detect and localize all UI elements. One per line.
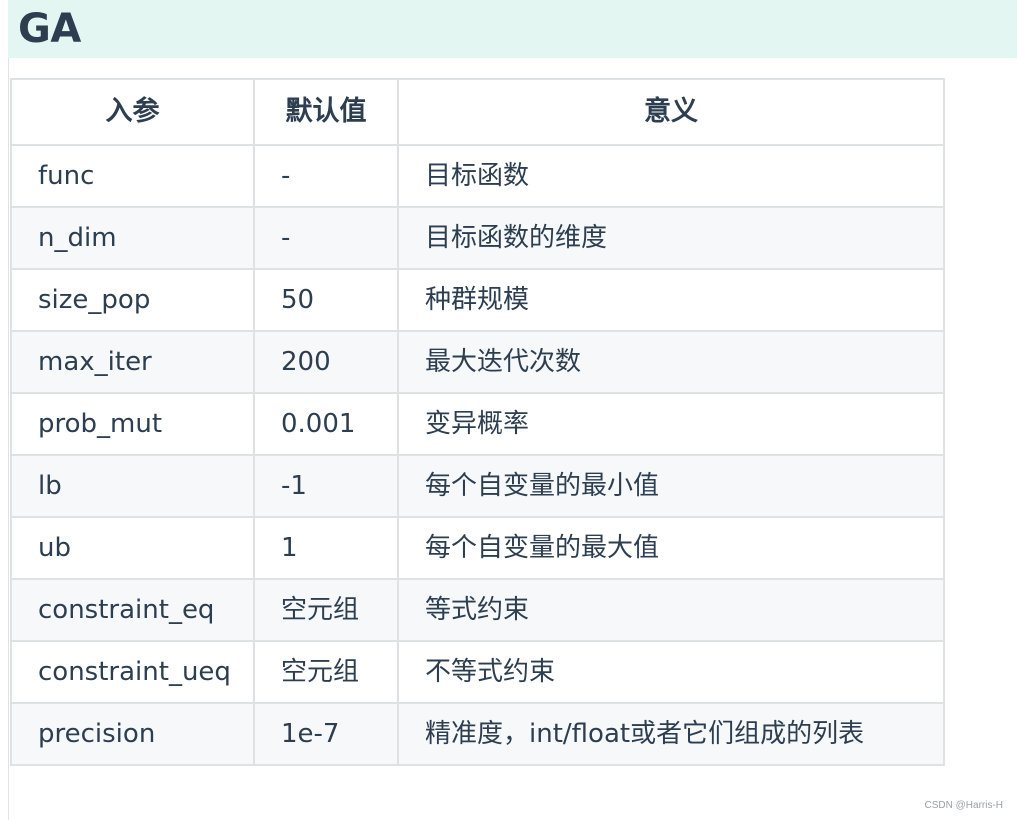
- table-row: func - 目标函数: [10, 144, 945, 208]
- param-name: constraint_eq: [10, 578, 255, 642]
- param-meaning: 每个自变量的最小值: [397, 454, 945, 518]
- page: GA 入参 默认值 意义 func - 目标函数 n_dim - 目标函数的维度: [0, 0, 1017, 820]
- table-row: prob_mut 0.001 变异概率: [10, 392, 945, 456]
- param-name: ub: [10, 516, 255, 580]
- param-default: 200: [253, 330, 399, 394]
- table-row: size_pop 50 种群规模: [10, 268, 945, 332]
- header-default: 默认值: [253, 78, 399, 146]
- table-row: precision 1e-7 精准度，int/float或者它们组成的列表: [10, 702, 945, 766]
- section-heading: GA: [18, 6, 81, 52]
- watermark: CSDN @Harris-H: [924, 800, 1003, 811]
- param-meaning: 种群规模: [397, 268, 945, 332]
- parameter-table: 入参 默认值 意义 func - 目标函数 n_dim - 目标函数的维度 si…: [10, 78, 945, 766]
- table-row: constraint_ueq 空元组 不等式约束: [10, 640, 945, 704]
- param-name: func: [10, 144, 255, 208]
- table-row: constraint_eq 空元组 等式约束: [10, 578, 945, 642]
- param-meaning: 变异概率: [397, 392, 945, 456]
- header-row: 入参 默认值 意义: [10, 78, 945, 146]
- heading-bar: GA: [8, 0, 1017, 58]
- param-default: -: [253, 144, 399, 208]
- param-meaning: 不等式约束: [397, 640, 945, 704]
- param-meaning: 等式约束: [397, 578, 945, 642]
- param-default: 0.001: [253, 392, 399, 456]
- param-name: precision: [10, 702, 255, 766]
- param-name: lb: [10, 454, 255, 518]
- param-default: 50: [253, 268, 399, 332]
- param-meaning: 每个自变量的最大值: [397, 516, 945, 580]
- param-name: n_dim: [10, 206, 255, 270]
- left-rule: [8, 58, 9, 820]
- param-default: 空元组: [253, 578, 399, 642]
- table-row: n_dim - 目标函数的维度: [10, 206, 945, 270]
- param-default: 1: [253, 516, 399, 580]
- table-row: max_iter 200 最大迭代次数: [10, 330, 945, 394]
- param-name: size_pop: [10, 268, 255, 332]
- param-meaning: 精准度，int/float或者它们组成的列表: [397, 702, 945, 766]
- header-meaning: 意义: [397, 78, 945, 146]
- param-default: 空元组: [253, 640, 399, 704]
- param-meaning: 最大迭代次数: [397, 330, 945, 394]
- param-meaning: 目标函数: [397, 144, 945, 208]
- param-meaning: 目标函数的维度: [397, 206, 945, 270]
- table-row: ub 1 每个自变量的最大值: [10, 516, 945, 580]
- header-param: 入参: [10, 78, 255, 146]
- param-default: -: [253, 206, 399, 270]
- param-name: constraint_ueq: [10, 640, 255, 704]
- param-default: -1: [253, 454, 399, 518]
- param-name: max_iter: [10, 330, 255, 394]
- param-default: 1e-7: [253, 702, 399, 766]
- table-row: lb -1 每个自变量的最小值: [10, 454, 945, 518]
- param-name: prob_mut: [10, 392, 255, 456]
